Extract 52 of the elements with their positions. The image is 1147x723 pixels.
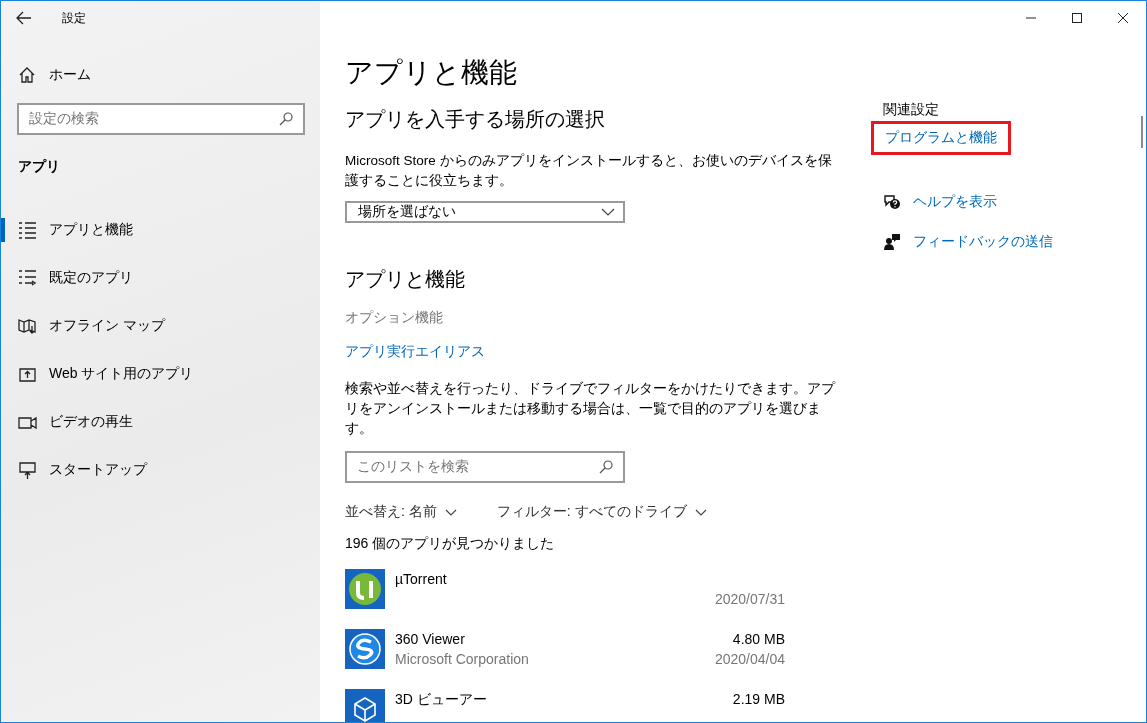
app-date: 2020/07/31 <box>714 590 785 609</box>
related-heading: 関連設定 <box>883 101 939 119</box>
source-dropdown[interactable]: 場所を選ばない <box>345 201 625 223</box>
chevron-icon <box>601 208 615 216</box>
section-heading: アプリと機能 <box>345 267 465 292</box>
feedback-link[interactable]: フィードバックの送信 <box>883 233 1053 251</box>
filter-dropdown[interactable]: フィルター: すべてのドライブ <box>496 503 707 521</box>
section-heading: アプリを入手する場所の選択 <box>345 107 605 132</box>
app-count: 196 個のアプリが見つかりました <box>345 535 555 553</box>
app-name[interactable]: 360 Viewer <box>395 629 465 649</box>
sidebar-item[interactable]: 既定のアプリ <box>1 254 320 302</box>
window-title: 設定 <box>62 9 86 27</box>
app-name[interactable]: 3D ビューアー <box>395 689 487 709</box>
chevron-icon <box>444 508 457 516</box>
person-chat-icon <box>883 233 901 251</box>
app-publisher: Microsoft Corporation <box>395 650 529 669</box>
page-title: アプリと機能 <box>345 56 517 90</box>
app-icon <box>345 629 385 669</box>
app-icon <box>345 569 385 609</box>
help-link[interactable]: ヘルプを表示 <box>883 193 1053 211</box>
sort-dropdown[interactable]: 並べ替え: 名前 <box>345 503 457 521</box>
home-link[interactable]: ホーム <box>1 59 91 91</box>
app-size: 4.80 MB <box>732 630 785 649</box>
default-icon <box>18 268 37 288</box>
close-icon <box>1118 13 1128 23</box>
back-arrow-icon <box>16 11 32 25</box>
sidebar-item[interactable]: ビデオの再生 <box>1 398 320 446</box>
section-heading: アプリ <box>18 158 60 176</box>
scrollbar[interactable] <box>1141 116 1143 148</box>
search-icon <box>599 460 613 474</box>
app-name[interactable]: µTorrent <box>395 569 447 589</box>
list-icon <box>18 220 37 240</box>
programs-link[interactable]: プログラムと機能 <box>871 121 1011 155</box>
list-search-field[interactable]: このリストを検索 <box>345 451 625 483</box>
description-text: Microsoft Store からのみアプリをインストールすると、お使いのデバイスを保護することに役立ちます。 <box>345 152 833 190</box>
home-icon <box>18 66 36 84</box>
maximize-icon <box>1072 13 1082 23</box>
sidebar-item[interactable]: Web サイト用のアプリ <box>1 350 320 398</box>
map-icon <box>18 316 37 336</box>
description-text: 検索や並べ替えを行ったり、ドライブでフィルターをかけたりできます。アプリをアンインストールまたは移動する場合は、一覧で目的のアプリを選びます。 <box>345 380 835 438</box>
chevron-icon <box>694 508 707 516</box>
search-field[interactable]: 設定の検索 <box>17 103 305 135</box>
startup-icon <box>18 460 37 480</box>
app-date: 2020/04/04 <box>714 650 785 669</box>
sidebar-item[interactable]: アプリと機能 <box>1 206 320 254</box>
optional-features-link[interactable]: オプション機能 <box>345 309 443 327</box>
search-icon <box>279 112 293 126</box>
alias-link[interactable]: アプリ実行エイリアス <box>345 343 485 361</box>
sidebar-item[interactable]: スタートアップ <box>1 446 320 494</box>
chat-question-icon <box>883 193 901 211</box>
app-size: 2.19 MB <box>732 690 785 709</box>
sidebar-item[interactable]: オフライン マップ <box>1 302 320 350</box>
